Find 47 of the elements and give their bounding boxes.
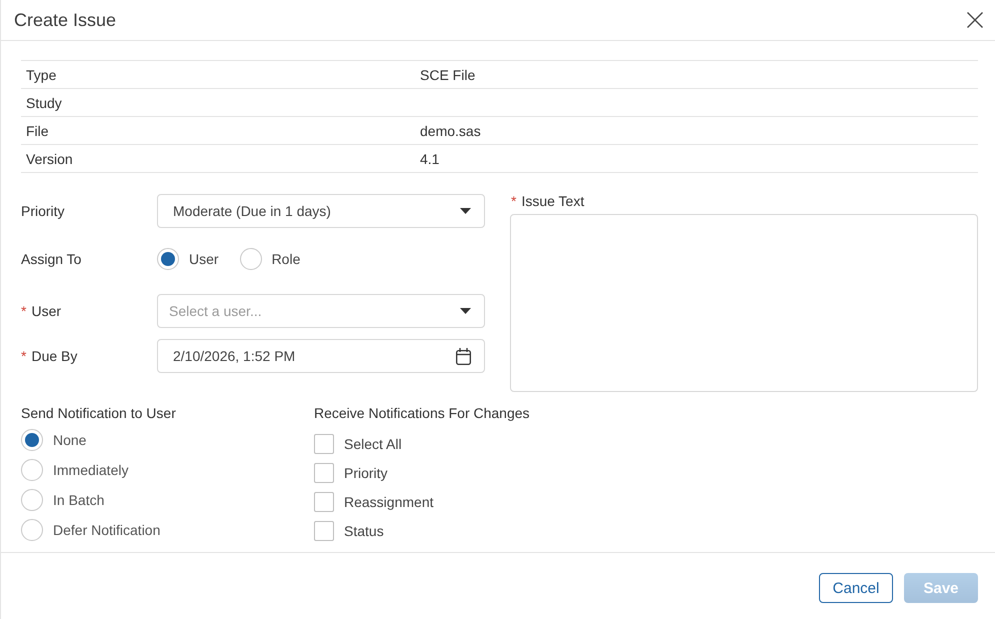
- field-label: Assign To: [21, 251, 82, 267]
- field-label: User: [31, 303, 62, 319]
- option-label[interactable]: Priority: [344, 464, 388, 480]
- option-label[interactable]: Select All: [344, 436, 402, 452]
- option-label[interactable]: Reassignment: [344, 494, 434, 510]
- checkbox[interactable]: [314, 520, 334, 540]
- option-label[interactable]: Role: [272, 251, 300, 267]
- secondary-button[interactable]: Cancel: [819, 573, 893, 603]
- dialog-title: Create Issue: [14, 9, 116, 31]
- option-label[interactable]: Immediately: [53, 462, 128, 478]
- required-marker: *: [21, 303, 26, 319]
- detail-value: SCE File: [419, 66, 476, 82]
- close-icon: [967, 12, 983, 28]
- option-label[interactable]: None: [53, 432, 86, 448]
- checkbox[interactable]: [314, 434, 334, 454]
- radio-button[interactable]: [240, 248, 262, 270]
- date-time-field[interactable]: 2/10/2026, 1:52 PM: [157, 339, 485, 373]
- caret-icon: [460, 308, 471, 314]
- section-heading: Receive Notifications For Changes: [314, 405, 530, 421]
- option-label[interactable]: Status: [344, 522, 384, 538]
- priority-select[interactable]: Moderate (Due in 1 days): [157, 194, 485, 228]
- detail-label: Version: [25, 150, 73, 166]
- required-marker: *: [21, 348, 26, 364]
- detail-label: Type: [25, 66, 56, 82]
- option-label[interactable]: In Batch: [53, 492, 104, 508]
- radio-button[interactable]: [157, 248, 179, 270]
- detail-value: 4.1: [419, 150, 440, 166]
- field-label: Due By: [31, 348, 78, 364]
- section-heading: Send Notification to User: [21, 405, 176, 421]
- radio-button[interactable]: [21, 429, 43, 451]
- detail-value: demo.sas: [419, 122, 481, 138]
- field-label: Priority: [21, 203, 65, 219]
- checkbox[interactable]: [314, 462, 334, 482]
- user-select[interactable]: Select a user...: [157, 294, 485, 328]
- field-label: Issue Text: [521, 193, 584, 209]
- caret-icon: [460, 208, 471, 214]
- checkbox[interactable]: [314, 492, 334, 512]
- radio-button[interactable]: [21, 519, 43, 541]
- detail-label: Study: [25, 94, 62, 110]
- option-label[interactable]: User: [189, 251, 219, 267]
- radio-button[interactable]: [21, 459, 43, 481]
- calendar-icon: [456, 348, 471, 364]
- issue-text-field[interactable]: [510, 214, 978, 392]
- required-marker: *: [511, 193, 516, 209]
- radio-button[interactable]: [21, 489, 43, 511]
- option-label[interactable]: Defer Notification: [53, 522, 160, 538]
- detail-label: File: [25, 122, 49, 138]
